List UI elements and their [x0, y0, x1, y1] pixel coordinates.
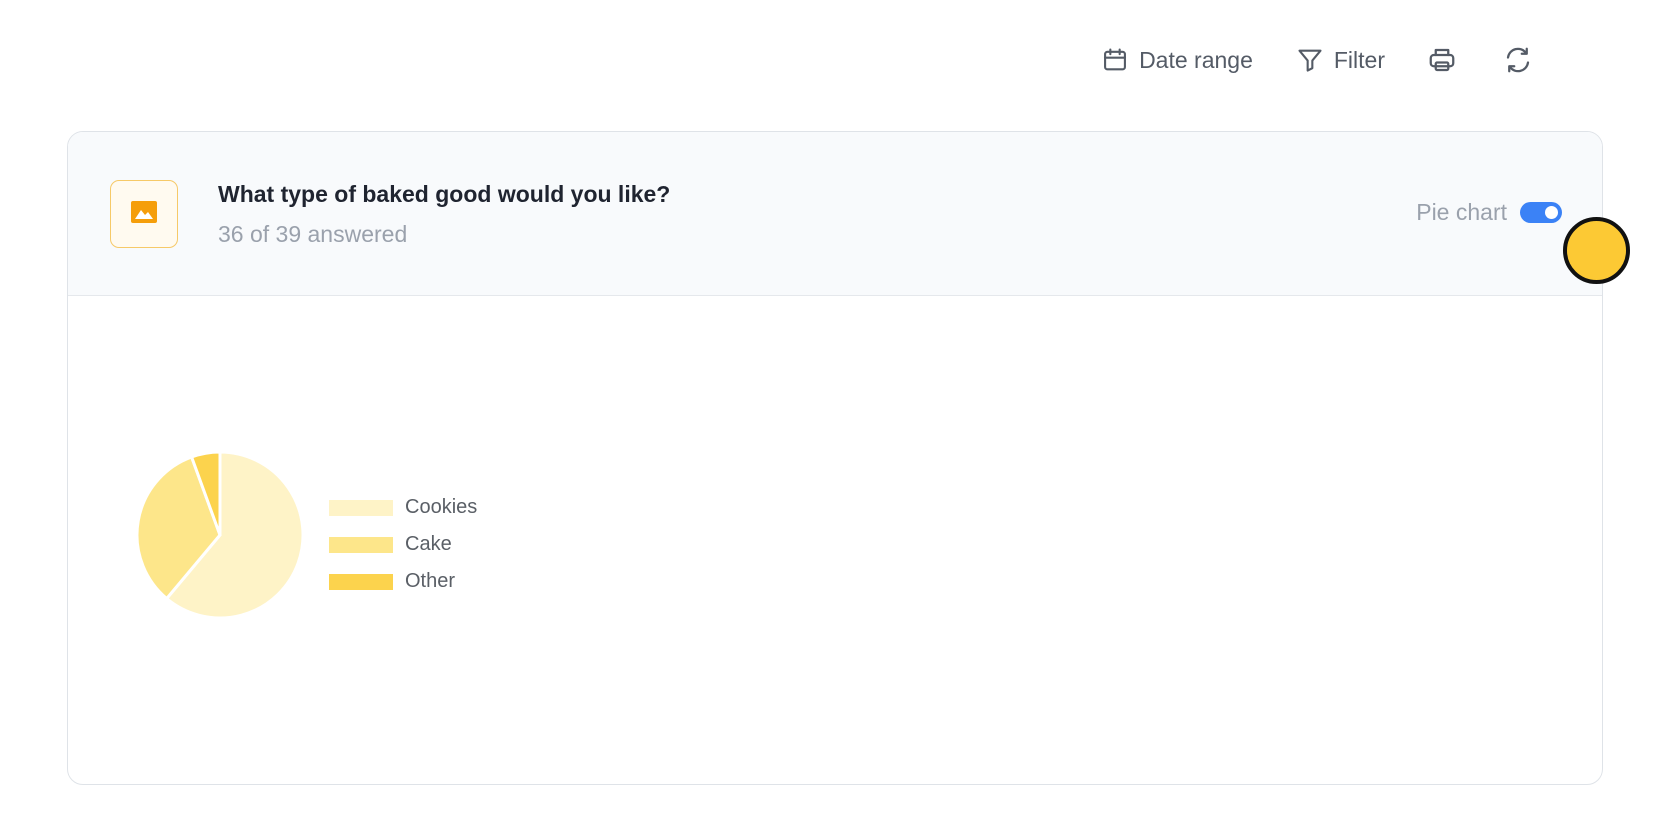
pie-chart-toggle[interactable] [1520, 202, 1562, 223]
question-type-badge [110, 180, 178, 248]
legend-swatch [329, 536, 393, 553]
answered-count: 36 of 39 answered [218, 221, 408, 247]
filter-label: Filter [1333, 46, 1385, 73]
question-title: What type of baked good would you like? [218, 181, 671, 207]
image-icon [130, 200, 158, 229]
pie-chart [135, 450, 305, 620]
filter-icon [1295, 45, 1325, 75]
legend-swatch [329, 573, 393, 590]
legend-item-cookies[interactable]: Cookies [329, 489, 477, 526]
filter-button[interactable]: Filter [1295, 45, 1385, 75]
refresh-icon [1503, 45, 1533, 75]
date-range-button[interactable]: Date range [1100, 45, 1253, 75]
legend-label: Cookies [405, 496, 478, 518]
legend-item-cake[interactable]: Cake [329, 526, 477, 563]
print-icon [1427, 45, 1457, 75]
legend-swatch [329, 499, 393, 516]
chart-legend: Cookies Cake Other [329, 489, 477, 600]
legend-item-other[interactable]: Other [329, 563, 477, 600]
calendar-icon [1100, 45, 1130, 75]
pie-chart-toggle-group: Pie chart [1416, 199, 1562, 226]
cursor-indicator [1563, 217, 1630, 284]
refresh-button[interactable] [1503, 45, 1533, 75]
toggle-knob [1545, 206, 1558, 219]
toolbar: Date range Filter [1100, 40, 1533, 80]
legend-label: Other [405, 570, 456, 592]
legend-label: Cake [405, 533, 452, 555]
print-button[interactable] [1427, 45, 1457, 75]
pie-chart-toggle-label: Pie chart [1416, 199, 1507, 225]
date-range-label: Date range [1139, 46, 1253, 73]
question-header: What type of baked good would you like? … [68, 132, 1602, 296]
